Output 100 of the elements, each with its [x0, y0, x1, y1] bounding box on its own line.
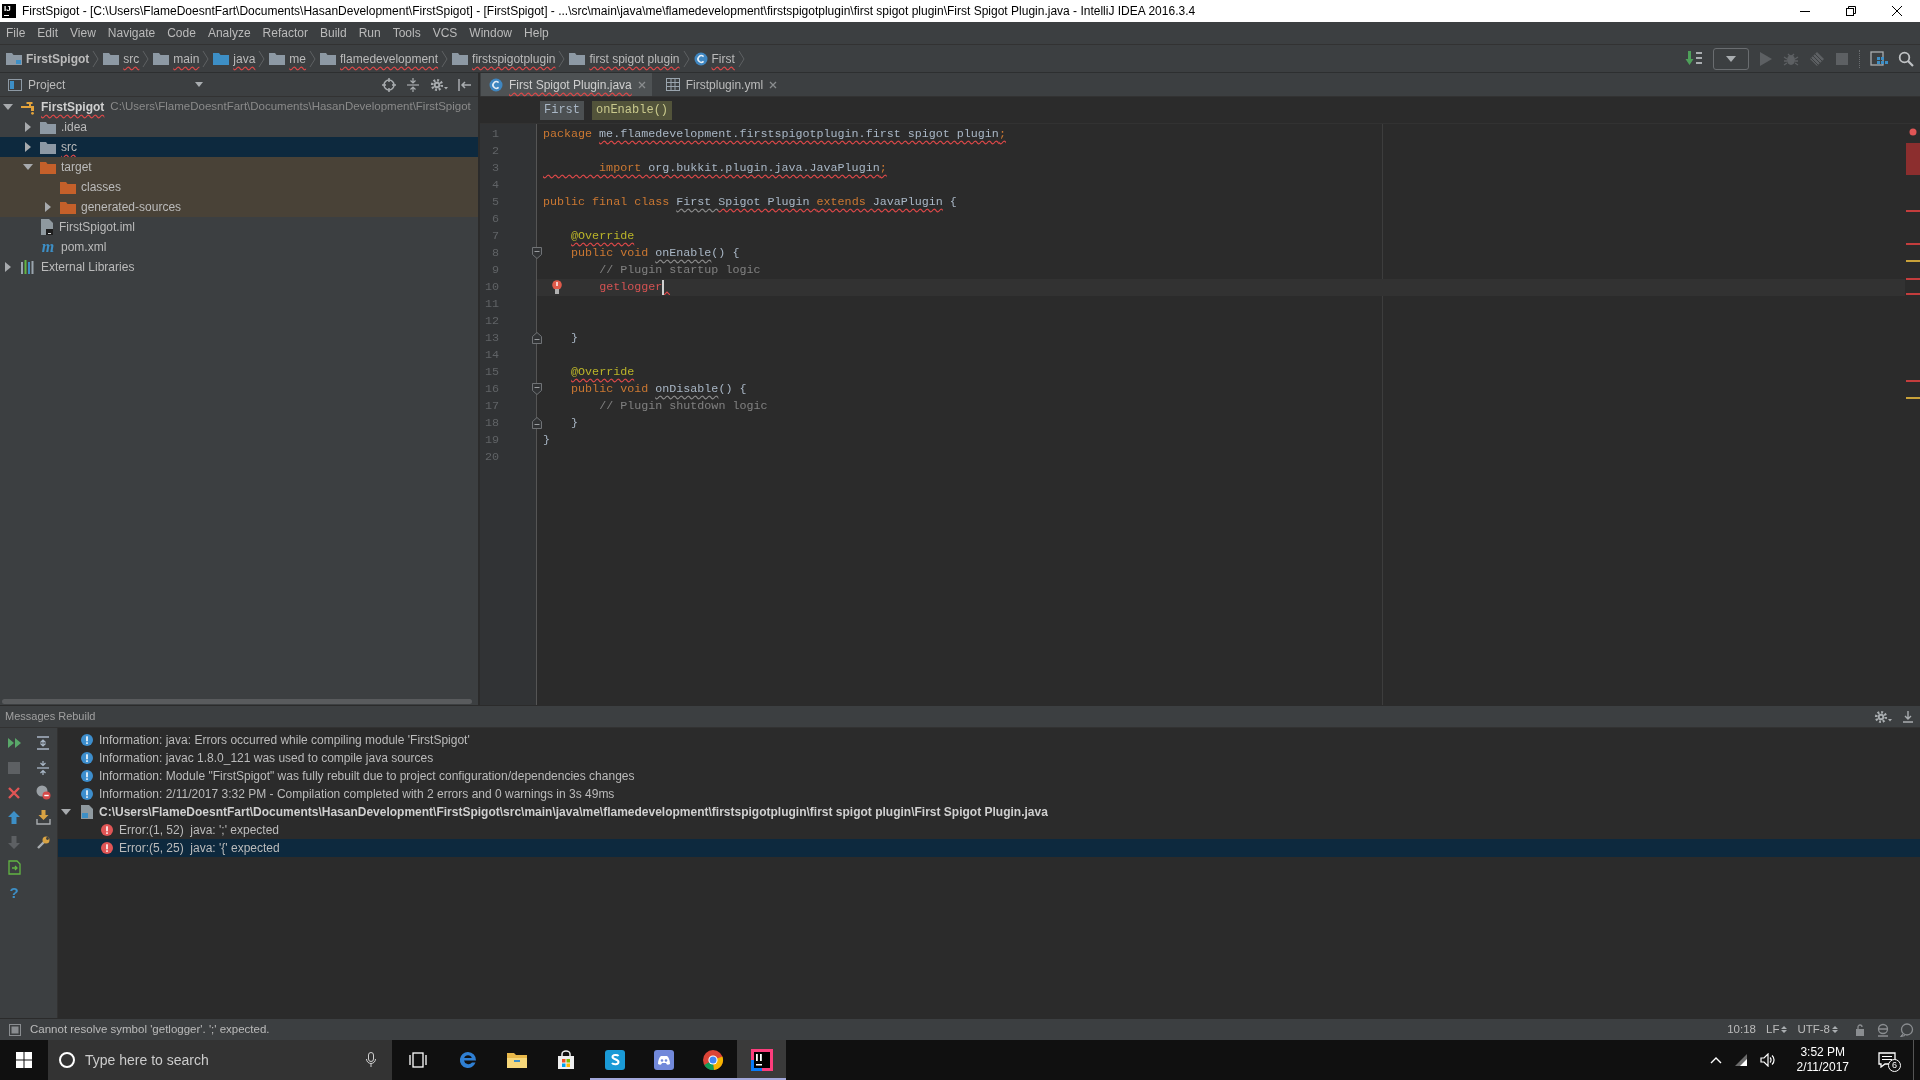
breadcrumb[interactable]: me: [267, 47, 309, 70]
crosshair-icon[interactable]: [382, 77, 396, 92]
fold-marker-icon[interactable]: [532, 383, 542, 395]
message-row[interactable]: Error:(5, 25) java: '{' expected: [58, 839, 1920, 857]
menu-item[interactable]: Edit: [31, 22, 65, 44]
tree-row[interactable]: FirstSpigot.iml: [0, 217, 478, 237]
tree-row[interactable]: External Libraries: [0, 257, 478, 277]
breadcrumb[interactable]: FirstSpigot: [4, 47, 92, 70]
disclosure-triangle-icon[interactable]: [61, 807, 71, 817]
menu-item[interactable]: Code: [161, 22, 202, 44]
lightbulb-icon[interactable]: [552, 280, 562, 295]
error-icon: [101, 824, 113, 836]
breadcrumb[interactable]: firstspigotplugin: [450, 47, 558, 70]
gear-icon[interactable]: [1874, 709, 1892, 724]
menu-item[interactable]: Build: [313, 22, 353, 44]
fold-marker-icon[interactable]: [532, 332, 542, 344]
chevron-right-icon: [441, 49, 450, 68]
tree-label: pom.xml: [61, 239, 107, 256]
search-field[interactable]: Type here to search: [48, 1040, 392, 1080]
breadcrumb[interactable]: First: [691, 47, 737, 70]
code-text: me.flamedevelopment.firstspigotplugin.first spigot plugin: [599, 126, 999, 143]
editor-tab[interactable]: First Spigot Plugin.java: [481, 73, 652, 96]
tree-row[interactable]: FirstSpigot C:\Users\FlameDoesntFart\Documents\HasanDevelopment\FirstSpigot: [0, 97, 478, 117]
speech-bubble-icon[interactable]: [1900, 1022, 1914, 1037]
menu-item[interactable]: File: [0, 22, 32, 44]
close-icon: [8, 786, 20, 799]
tree-row[interactable]: src: [0, 137, 478, 157]
project-view-selector[interactable]: Project: [0, 73, 203, 96]
disclosure-triangle-icon[interactable]: [3, 262, 13, 272]
scrollbar-thumb[interactable]: [2, 698, 472, 704]
tree-row[interactable]: classes: [0, 177, 478, 197]
clock[interactable]: 3:52 PM 2/11/2017: [1794, 1045, 1851, 1075]
tree-row[interactable]: generated-sources: [0, 197, 478, 217]
message-row[interactable]: Information: 2/11/2017 3:32 PM - Compilation completed with 2 errors and 0 warnings in 3s 49ms: [58, 785, 1920, 803]
disclosure-triangle-icon[interactable]: [3, 102, 13, 112]
editor-tab[interactable]: Firstplugin.yml: [657, 73, 784, 96]
gear-icon[interactable]: [430, 77, 448, 92]
structure-crumb[interactable]: onEnable(): [592, 100, 673, 120]
menu-item[interactable]: Tools: [386, 22, 427, 44]
folder-icon: [40, 140, 56, 154]
speaker-icon[interactable]: [1759, 1053, 1776, 1067]
run-config-dropdown[interactable]: [1713, 47, 1749, 70]
grid-window-icon[interactable]: [1870, 50, 1888, 67]
menu-item[interactable]: View: [64, 22, 102, 44]
close-icon[interactable]: [769, 80, 778, 89]
line-separator-selector[interactable]: LF: [1766, 1020, 1788, 1039]
disclosure-triangle-icon[interactable]: [23, 142, 33, 152]
task-view-icon: [408, 1052, 427, 1068]
breadcrumb[interactable]: src: [101, 47, 142, 70]
structure-crumb[interactable]: First: [540, 100, 584, 120]
disclosure-triangle-icon[interactable]: [23, 162, 33, 172]
disclosure-triangle-icon[interactable]: [23, 122, 33, 132]
taskbar-app[interactable]: [737, 1040, 786, 1080]
breadcrumb[interactable]: main: [151, 47, 202, 70]
breadcrumb[interactable]: flamedevelopment: [318, 47, 441, 70]
tree-row[interactable]: m pom.xml: [0, 237, 478, 257]
faucet-icon: [20, 99, 36, 115]
chevron-up-icon[interactable]: [1709, 1056, 1722, 1064]
message-row[interactable]: Information: Module "FirstSpigot" was fully rebuilt due to project configuration/dependencies changes: [58, 767, 1920, 785]
message-row[interactable]: Error:(1, 52) java: ';' expected: [58, 821, 1920, 839]
chat-bubble-icon: [1878, 1052, 1896, 1068]
menu-item[interactable]: VCS: [426, 22, 464, 44]
hide-panel-icon[interactable]: [458, 77, 472, 92]
down-arrow-bits-icon[interactable]: [1685, 50, 1703, 67]
menu-item[interactable]: Refactor: [256, 22, 314, 44]
menu-item[interactable]: Run: [352, 22, 387, 44]
restore-icon: [1846, 6, 1856, 16]
help-button[interactable]: ?: [3, 880, 25, 905]
path-label: C:\Users\FlameDoesntFart\Documents\HasanDevelopment\FirstSpigot: [110, 99, 471, 115]
menu-item[interactable]: Analyze: [201, 22, 257, 44]
menu-item[interactable]: Window: [463, 22, 519, 44]
tree-row[interactable]: .idea: [0, 117, 478, 137]
tool-windows-icon[interactable]: [9, 1023, 21, 1036]
fold-marker-icon[interactable]: [532, 417, 542, 429]
folder-icon: [40, 160, 56, 174]
chevron-right-icon: [202, 49, 211, 68]
message-row[interactable]: Information: javac 1.8.0_121 was used to compile java sources: [58, 749, 1920, 767]
lock-icon[interactable]: [1854, 1023, 1866, 1036]
breadcrumb[interactable]: first spigot plugin: [567, 47, 682, 70]
square-logo-icon: [750, 1049, 773, 1071]
breadcrumb[interactable]: java: [211, 47, 258, 70]
search-icon[interactable]: [1898, 50, 1914, 67]
encoding-selector[interactable]: UTF-8: [1797, 1020, 1838, 1039]
notification-button[interactable]: 6: [1872, 1040, 1902, 1080]
circle-bar-icon[interactable]: [1876, 1022, 1890, 1037]
code-text: }: [571, 330, 579, 347]
menu-item[interactable]: Help: [518, 22, 555, 44]
chevron-right-icon: [558, 49, 567, 68]
caret-position[interactable]: 10:18: [1727, 1020, 1756, 1039]
menu-item[interactable]: Navigate: [101, 22, 162, 44]
controller-logo-icon: [652, 1049, 675, 1071]
message-row[interactable]: Information: java: Errors occurred while compiling module 'FirstSpigot': [58, 731, 1920, 749]
message-row[interactable]: C:\Users\FlameDoesntFart\Documents\HasanDevelopment\FirstSpigot\src\main\java\me\flamedevelopment\firstspigotplugin\first spigot plugin\First Spigot Plugin.java: [58, 803, 1920, 821]
disclosure-triangle-icon[interactable]: [43, 202, 53, 212]
fold-marker-icon[interactable]: [532, 247, 542, 259]
tree-row[interactable]: target: [0, 157, 478, 177]
up-arrow-icon: [8, 811, 20, 824]
collapse-all-icon[interactable]: [406, 77, 420, 92]
chevron-right-icon: [682, 49, 691, 68]
minimize-panel-icon[interactable]: [1902, 710, 1914, 723]
